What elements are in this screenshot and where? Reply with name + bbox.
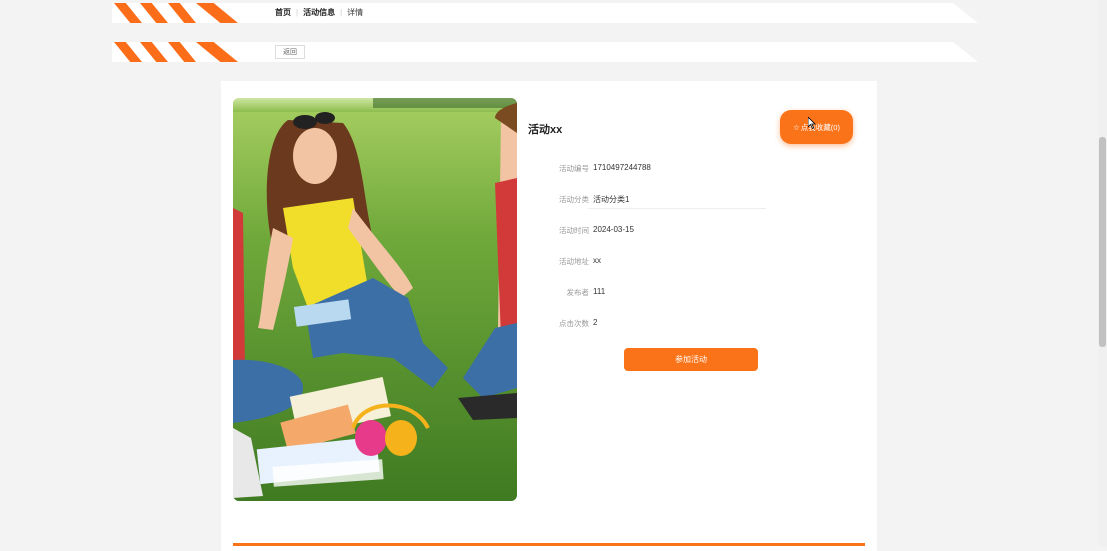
breadcrumb-home[interactable]: 首页 [275,8,291,17]
activity-detail-card: 活动xx ☆ 点我收藏(0) 活动编号 1710497244788 活动分类 活动… [221,81,877,551]
join-activity-button[interactable]: 参加活动 [624,348,758,371]
info-row-address: 活动地址 xx [528,256,828,272]
activity-photo-image [233,98,517,501]
star-icon: ☆ [793,122,800,132]
breadcrumb-detail: 详情 [347,8,364,17]
info-value: 111 [593,287,606,296]
activity-photo [233,98,517,501]
info-value: xx [593,256,601,265]
info-label: 活动编号 [559,164,589,173]
info-label: 发布者 [566,288,590,297]
banner-strip [112,42,978,62]
back-banner: 返回 [112,42,978,64]
favorite-button[interactable]: ☆ 点我收藏(0) [780,110,853,144]
info-label: 活动时间 [559,226,589,235]
info-value: 活动分类1 [593,195,630,204]
info-row-category: 活动分类 活动分类1 [528,194,828,210]
info-label: 点击次数 [559,319,589,328]
info-label: 活动分类 [559,195,589,204]
info-value: 2 [593,318,598,327]
info-row-clicks: 点击次数 2 [528,318,828,334]
divider [588,208,766,209]
info-value: 2024-03-15 [593,225,634,234]
info-label: 活动地址 [559,257,589,266]
breadcrumb-banner: 首页 | 活动信息 | 详情 [112,3,978,25]
scrollbar-track[interactable] [1098,0,1107,546]
info-row-publisher: 发布者 111 [528,287,828,303]
breadcrumb: 首页 | 活动信息 | 详情 [275,8,364,17]
banner-strip [112,3,978,23]
mouse-cursor-icon [808,117,816,129]
back-button[interactable]: 返回 [275,45,305,59]
activity-title: 活动xx [528,124,563,136]
scrollbar-thumb[interactable] [1099,137,1106,347]
breadcrumb-activity-info[interactable]: 活动信息 [303,8,335,17]
info-row-number: 活动编号 1710497244788 [528,163,828,179]
info-row-time: 活动时间 2024-03-15 [528,225,828,241]
info-value: 1710497244788 [593,163,651,172]
favorite-label: 点我收藏(0) [800,122,840,132]
